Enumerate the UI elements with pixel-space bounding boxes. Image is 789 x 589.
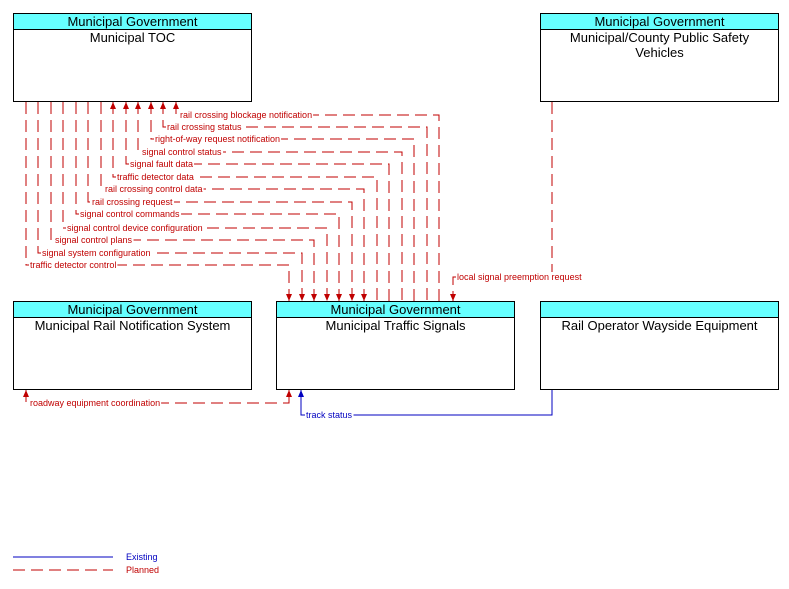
arrowhead-icon (160, 102, 166, 109)
arrowhead-icon (286, 390, 292, 397)
box-public-safety-vehicles[interactable]: Municipal Government Municipal/County Pu… (540, 13, 779, 102)
flow-label: rail crossing control data (105, 184, 203, 194)
arrowhead-icon (135, 102, 141, 109)
box-rail-wayside-equipment[interactable]: Rail Operator Wayside Equipment (540, 301, 779, 390)
arrowhead-icon (349, 294, 355, 301)
legend-existing-label: Existing (126, 552, 158, 562)
flow-label: signal control device configuration (67, 223, 203, 233)
flow-label: local signal preemption request (457, 272, 582, 282)
flow-label: roadway equipment coordination (30, 398, 160, 408)
box-org-header: Municipal Government (277, 302, 514, 318)
box-municipal-toc[interactable]: Municipal Government Municipal TOC (13, 13, 252, 102)
flow-label: signal control plans (55, 235, 133, 245)
arrowhead-icon (324, 294, 330, 301)
arrowhead-icon (173, 102, 179, 109)
box-org-header: Municipal Government (541, 14, 778, 30)
box-name: Rail Operator Wayside Equipment (561, 318, 758, 333)
arrowhead-icon (336, 294, 342, 301)
arrowhead-icon (298, 390, 304, 397)
flow-label: traffic detector data (117, 172, 194, 182)
box-rail-notification-system[interactable]: Municipal Government Municipal Rail Noti… (13, 301, 252, 390)
arrowhead-icon (23, 390, 29, 397)
flow-label: rail crossing blockage notification (180, 110, 312, 120)
arrowhead-icon (148, 102, 154, 109)
arrowhead-icon (110, 102, 116, 109)
flow-label: signal system configuration (42, 248, 151, 258)
arrowhead-icon (123, 102, 129, 109)
box-org-header: Municipal Government (14, 302, 251, 318)
arrowhead-icon (450, 294, 456, 301)
box-name: Municipal Traffic Signals (325, 318, 466, 333)
flow-label: traffic detector control (30, 260, 116, 270)
arrowhead-icon (361, 294, 367, 301)
legend-planned-label: Planned (126, 565, 160, 575)
box-org-header (541, 302, 778, 318)
box-name: Municipal TOC (89, 30, 176, 45)
arrowhead-icon (311, 294, 317, 301)
box-name: Municipal Rail Notification System (34, 318, 231, 333)
box-org-header: Municipal Government (14, 14, 251, 30)
arrowhead-icon (286, 294, 292, 301)
architecture-diagram: rail crossing blockage notification rail … (0, 0, 789, 589)
flow-label: right-of-way request notification (155, 134, 280, 144)
box-municipal-traffic-signals[interactable]: Municipal Government Municipal Traffic S… (276, 301, 515, 390)
flow-label: signal control status (142, 147, 222, 157)
flow-label: track status (306, 410, 353, 420)
box-name: Municipal/County Public Safety Vehicles (569, 30, 750, 60)
flow-label: signal control commands (80, 209, 180, 219)
arrowhead-icon (299, 294, 305, 301)
flow-label: rail crossing request (92, 197, 173, 207)
flow-label: rail crossing status (167, 122, 242, 132)
flow-label: signal fault data (130, 159, 193, 169)
